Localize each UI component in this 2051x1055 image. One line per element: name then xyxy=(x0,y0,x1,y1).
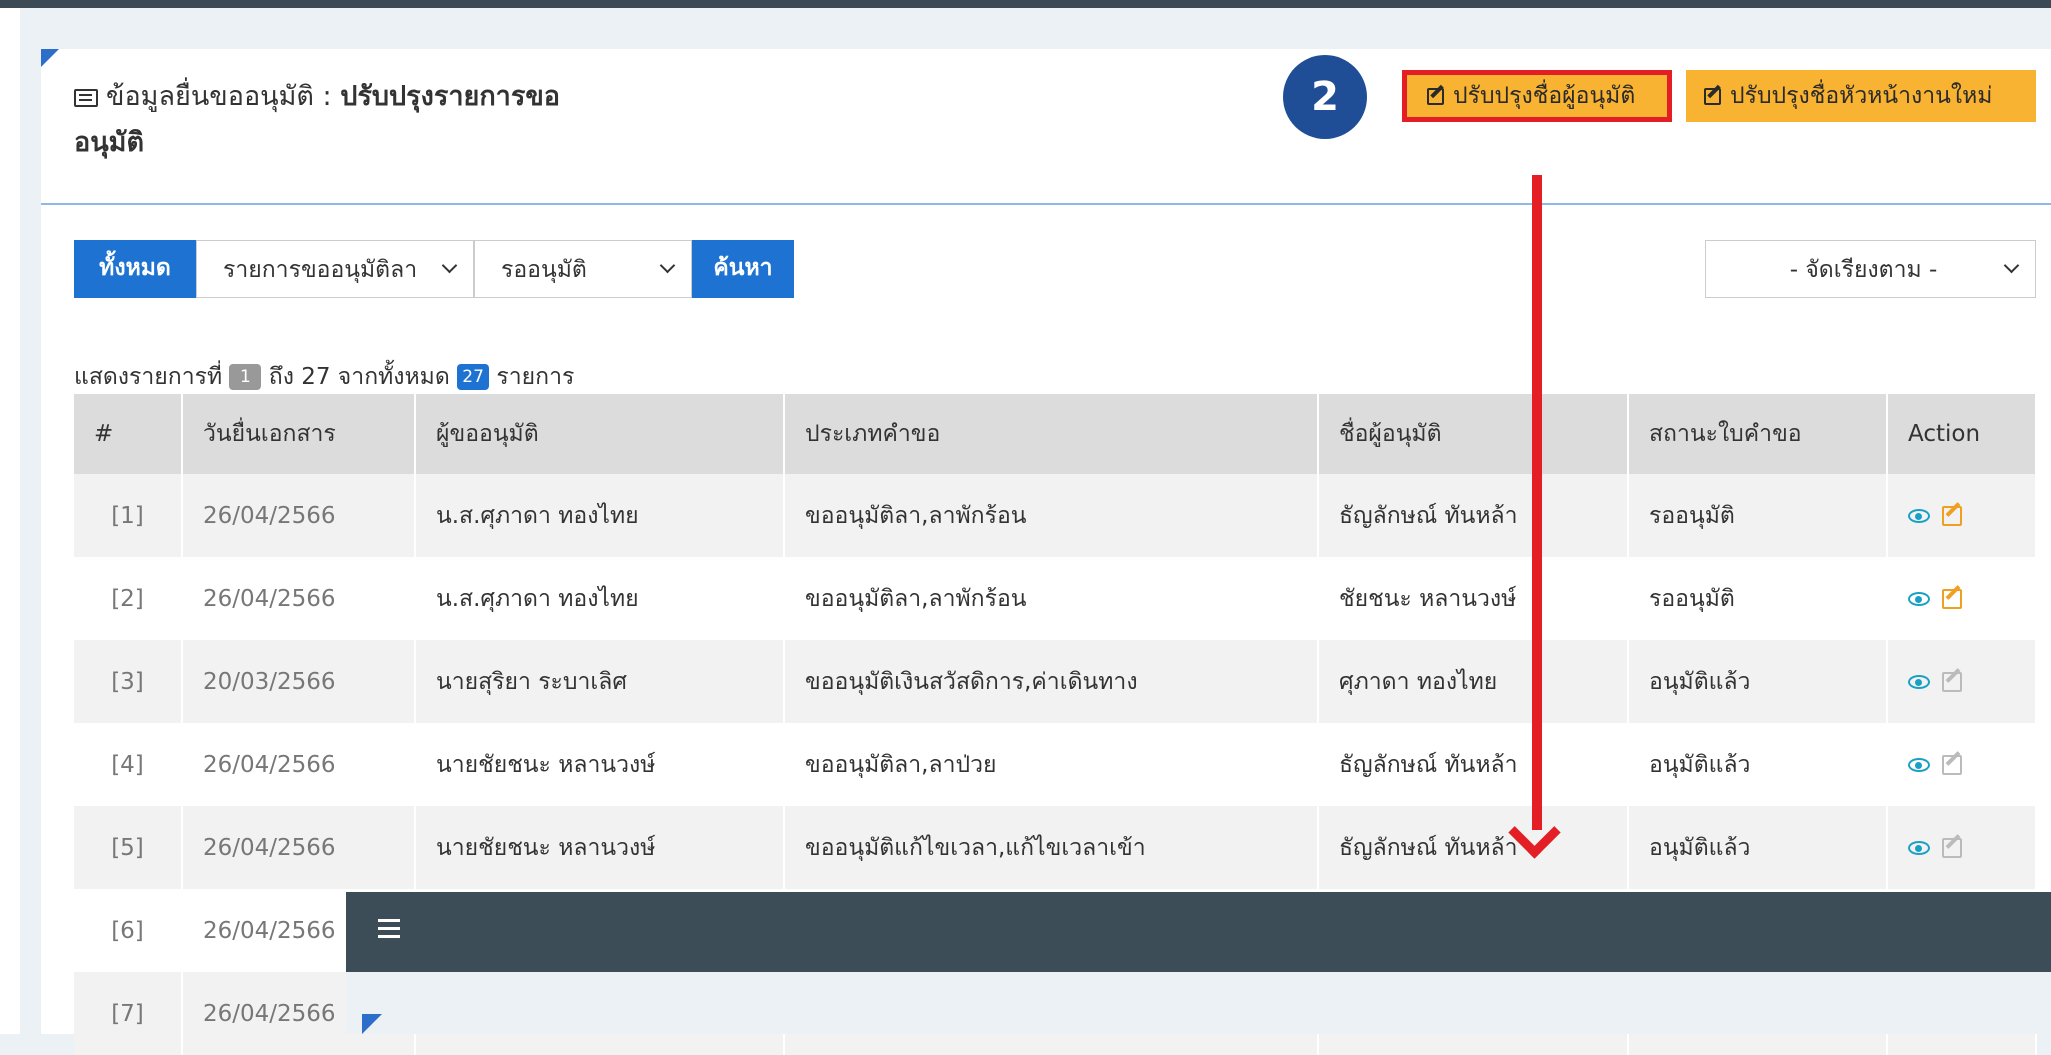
title-prefix: ข้อมูลยื่นขออนุมัติ : xyxy=(106,81,341,112)
cell-approver: ธัญลักษณ์ ทันหล้า xyxy=(1318,806,1629,889)
overlay-content-area xyxy=(346,972,2051,1034)
cell-num: [1] xyxy=(74,474,183,557)
cell-num: [2] xyxy=(74,557,183,640)
cell-requester: นายชัยชนะ หลานวงษ์ xyxy=(415,806,785,889)
view-eye-icon[interactable] xyxy=(1908,841,1930,855)
cell-requester: น.ส.ศุภาดา ทองไทย xyxy=(415,474,785,557)
sort-select[interactable]: - จัดเรียงตาม - xyxy=(1705,240,2036,298)
cell-approver: ธัญลักษณ์ ทันหล้า xyxy=(1318,723,1629,806)
top-border xyxy=(0,0,2051,8)
cell-date: 26/04/2566 xyxy=(182,557,416,640)
status-value: รออนุมัติ xyxy=(501,257,587,283)
cell-action xyxy=(1887,557,2037,640)
cell-approver: ชัยชนะ หลานวงษ์ xyxy=(1318,557,1629,640)
annotation-arrow xyxy=(1532,175,1542,830)
table-row: [1] 26/04/2566 น.ส.ศุภาดา ทองไทย ขออนุมัติล… xyxy=(74,474,2037,557)
col-header-action: Action xyxy=(1887,394,2037,474)
summary-suffix: รายการ xyxy=(496,364,575,390)
view-eye-icon[interactable] xyxy=(1908,675,1930,689)
cell-action xyxy=(1887,640,2037,723)
overlay-top-bar xyxy=(346,892,2051,972)
cell-num: [5] xyxy=(74,806,183,889)
col-header-approver: ชื่อผู้อนุมัติ xyxy=(1318,394,1629,474)
cell-type: ขออนุมัติลา,ลาพักร้อน xyxy=(784,557,1319,640)
update-approver-label: ปรับปรุงชื่อผู้อนุมัติ xyxy=(1453,83,1636,109)
view-eye-icon[interactable] xyxy=(1908,509,1930,523)
chevron-down-icon xyxy=(441,257,458,274)
page-title: ข้อมูลยื่นขออนุมัติ : ปรับปรุงรายการขอ อ… xyxy=(74,74,694,166)
step-number-badge: 2 xyxy=(1283,55,1367,139)
left-strip xyxy=(0,8,20,1034)
table-header-row: # วันยื่นเอกสาร ผู้ขออนุมัติ ประเภทคำขอ … xyxy=(74,394,2037,474)
update-head-button[interactable]: ปรับปรุงชื่อหัวหน้างานใหม่ xyxy=(1686,70,2036,122)
title-bold-line2: อนุมัติ xyxy=(74,127,145,158)
cell-num: [7] xyxy=(74,972,183,1055)
chevron-down-icon xyxy=(659,257,676,274)
summary-to-text: ถึง 27 จากทั้งหมด xyxy=(268,364,450,390)
sort-value: - จัดเรียงตาม - xyxy=(1789,257,1938,283)
cell-status: อนุมัติแล้ว xyxy=(1628,640,1888,723)
cell-date: 26/04/2566 xyxy=(182,474,416,557)
table-row: [2] 26/04/2566 น.ส.ศุภาดา ทองไทย ขออนุมัติล… xyxy=(74,557,2037,640)
cell-date: 26/04/2566 xyxy=(182,806,416,889)
header-divider xyxy=(41,203,2051,205)
edit-icon[interactable] xyxy=(1942,506,1962,526)
edit-icon xyxy=(1942,755,1962,775)
cell-num: [4] xyxy=(74,723,183,806)
cell-type: ขออนุมัติลา,ลาป่วย xyxy=(784,723,1319,806)
from-badge: 1 xyxy=(229,364,262,390)
overlay-corner-marker xyxy=(362,1014,382,1034)
col-header-type: ประเภทคำขอ xyxy=(784,394,1319,474)
chevron-down-icon xyxy=(2003,257,2020,274)
cell-num: [6] xyxy=(74,889,183,972)
table-row: [5] 26/04/2566 นายชัยชนะ หลานวงษ์ ขออนุมัติ… xyxy=(74,806,2037,889)
view-eye-icon[interactable] xyxy=(1908,758,1930,772)
result-summary: แสดงรายการที่ 1 ถึง 27 จากทั้งหมด 27 ราย… xyxy=(74,360,574,394)
cell-status: รออนุมัติ xyxy=(1628,557,1888,640)
cell-status: รออนุมัติ xyxy=(1628,474,1888,557)
col-header-status: สถานะใบคำขอ xyxy=(1628,394,1888,474)
status-select[interactable]: รออนุมัติ xyxy=(474,240,692,298)
table-row: [4] 26/04/2566 นายชัยชนะ หลานวงษ์ ขออนุมัติ… xyxy=(74,723,2037,806)
cell-requester: นายสุริยา ระบาเลิศ xyxy=(415,640,785,723)
request-type-select[interactable]: รายการขออนุมัติลา xyxy=(196,240,474,298)
cell-requester: น.ส.ศุภาดา ทองไทย xyxy=(415,557,785,640)
panel-corner-marker xyxy=(41,49,59,67)
cell-date: 20/03/2566 xyxy=(182,640,416,723)
update-head-label: ปรับปรุงชื่อหัวหน้างานใหม่ xyxy=(1730,83,1993,109)
cell-action xyxy=(1887,474,2037,557)
cell-status: อนุมัติแล้ว xyxy=(1628,723,1888,806)
cell-action xyxy=(1887,806,2037,889)
cell-action xyxy=(1887,723,2037,806)
cell-approver: ศุภาดา ทองไทย xyxy=(1318,640,1629,723)
summary-prefix: แสดงรายการที่ xyxy=(74,364,223,390)
col-header-requester: ผู้ขออนุมัติ xyxy=(415,394,785,474)
edit-icon xyxy=(1427,88,1444,105)
cell-num: [3] xyxy=(74,640,183,723)
cell-type: ขออนุมัติลา,ลาพักร้อน xyxy=(784,474,1319,557)
request-type-value: รายการขออนุมัติลา xyxy=(223,257,418,283)
cell-type: ขออนุมัติแก้ไขเวลา,แก้ไขเวลาเข้า xyxy=(784,806,1319,889)
total-badge: 27 xyxy=(457,364,490,390)
view-eye-icon[interactable] xyxy=(1908,592,1930,606)
edit-icon[interactable] xyxy=(1942,589,1962,609)
cell-requester: นายชัยชนะ หลานวงษ์ xyxy=(415,723,785,806)
search-button[interactable]: ค้นหา xyxy=(692,240,794,298)
cell-status: อนุมัติแล้ว xyxy=(1628,806,1888,889)
filter-all-button[interactable]: ทั้งหมด xyxy=(74,240,196,298)
hamburger-menu-icon[interactable] xyxy=(378,919,400,922)
edit-icon xyxy=(1704,88,1721,105)
edit-icon xyxy=(1942,672,1962,692)
update-approver-button[interactable]: ปรับปรุงชื่อผู้อนุมัติ xyxy=(1402,70,1672,122)
edit-icon xyxy=(1942,838,1962,858)
list-icon xyxy=(74,88,98,107)
table-row: [3] 20/03/2566 นายสุริยา ระบาเลิศ ขออนุมัติ… xyxy=(74,640,2037,723)
col-header-date: วันยื่นเอกสาร xyxy=(182,394,416,474)
title-bold: ปรับปรุงรายการขอ xyxy=(340,81,561,112)
cell-type: ขออนุมัติเงินสวัสดิการ,ค่าเดินทาง xyxy=(784,640,1319,723)
cell-date: 26/04/2566 xyxy=(182,723,416,806)
cell-approver: ธัญลักษณ์ ทันหล้า xyxy=(1318,474,1629,557)
col-header-num: # xyxy=(74,394,183,474)
